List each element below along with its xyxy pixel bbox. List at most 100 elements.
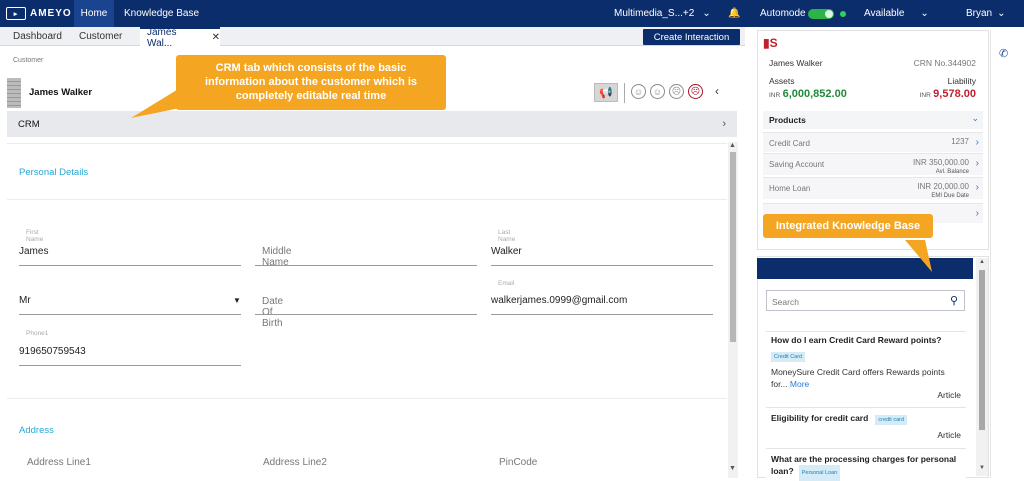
salutation-value[interactable]: Mr	[19, 295, 31, 306]
divider	[7, 398, 727, 399]
ameyo-logo: ▸ AMEYO	[6, 6, 72, 21]
bank-logo-icon: ▮S	[763, 36, 778, 50]
assets-currency: INR	[769, 92, 781, 99]
kb-callout: Integrated Knowledge Base	[763, 214, 933, 238]
divider	[7, 143, 727, 144]
article-tag: credit card	[875, 415, 908, 425]
create-interaction-button[interactable]: Create Interaction	[643, 29, 740, 45]
logo-mark-icon: ▸	[6, 7, 26, 20]
close-icon[interactable]: ✕	[212, 32, 220, 43]
chevron-right-icon: ›	[975, 158, 979, 169]
dob-input[interactable]: Date Of Birth	[262, 296, 283, 329]
kb-article-card[interactable]: How do I earn Credit Card Reward points?…	[766, 331, 966, 404]
kb-article-card[interactable]: Eligibility for credit card credit card …	[766, 407, 966, 444]
product-name: Home Loan	[769, 184, 811, 193]
summary-customer-name: James Walker	[769, 58, 823, 68]
kb-search-input[interactable]: Search ⚲	[766, 290, 965, 311]
scroll-up-icon[interactable]: ▲	[729, 142, 736, 149]
nav-knowledge-base[interactable]: Knowledge Base	[124, 0, 199, 27]
product-value: INR 20,000.00	[917, 182, 969, 191]
field-label: Last Name	[498, 229, 516, 243]
right-utility-strip	[990, 30, 1024, 478]
field-underline	[491, 265, 713, 266]
field-label: Email	[498, 280, 515, 287]
last-name-input[interactable]: Walker	[491, 246, 522, 257]
product-name: Credit Card	[769, 139, 810, 148]
status-selector[interactable]: Available ⌄	[864, 0, 929, 27]
chevron-left-icon[interactable]: ‹	[715, 84, 719, 98]
neutral-smiley-icon[interactable]: ☺	[650, 84, 665, 99]
address-line2-input[interactable]: Address Line2	[263, 457, 327, 468]
tab-customer[interactable]: Customer	[79, 27, 122, 46]
article-tag: Personal Loan	[798, 465, 841, 481]
product-subtext: EMI Due Date	[931, 193, 969, 199]
assets-value: 6,000,852.00	[782, 88, 847, 100]
brand-name: AMEYO	[30, 8, 72, 19]
products-header[interactable]: Products ⌄	[763, 111, 983, 129]
tab-strip: Dashboard Customer James Wal... ✕	[0, 27, 745, 49]
online-indicator-icon	[840, 10, 846, 17]
nav-home[interactable]: Home	[74, 0, 114, 27]
product-value: INR 350,000.00	[912, 158, 969, 167]
search-placeholder: Search	[772, 297, 799, 307]
crm-section-header[interactable]: CRM ›	[7, 111, 737, 137]
product-name: Saving Account	[769, 160, 825, 169]
angry-smiley-icon[interactable]: ☹	[688, 84, 703, 99]
chevron-down-icon: ⌄	[920, 8, 929, 19]
scroll-down-icon[interactable]: ▼	[729, 465, 736, 472]
chevron-down-icon: ⌄	[997, 8, 1006, 19]
notification-bell-icon[interactable]: 🔔	[728, 0, 740, 27]
user-name: Bryan	[966, 8, 993, 19]
product-row-home-loan[interactable]: Home Loan INR 20,000.00 EMI Due Date ›	[763, 177, 983, 199]
tab-dashboard[interactable]: Dashboard	[13, 27, 62, 46]
happy-smiley-icon[interactable]: ☺	[631, 84, 646, 99]
liability-currency: INR	[919, 92, 931, 99]
customer-avatar-strip	[7, 78, 21, 108]
megaphone-icon[interactable]: 📢	[594, 83, 618, 102]
scrollbar-thumb[interactable]	[979, 270, 985, 430]
phone-icon[interactable]: ✆	[999, 47, 1008, 60]
product-row-credit-card[interactable]: Credit Card 1237 ›	[763, 132, 983, 152]
toggle-switch[interactable]	[808, 8, 834, 19]
status-dot	[840, 0, 846, 27]
first-name-input[interactable]: James	[19, 246, 48, 257]
campaign-selector[interactable]: Multimedia_S...+2 ⌄	[614, 0, 711, 27]
crn-number: CRN No.344902	[913, 58, 976, 68]
chevron-down-icon: ⌄	[702, 8, 711, 19]
product-value-block: INR 20,000.00 EMI Due Date	[917, 183, 969, 200]
product-subtext: Avl. Balance	[935, 169, 969, 175]
status-label: Available	[864, 8, 905, 19]
dropdown-arrow-icon[interactable]: ▼	[233, 296, 241, 305]
scroll-up-icon[interactable]: ▲	[979, 259, 985, 265]
article-title[interactable]: How do I earn Credit Card Reward points?	[771, 335, 961, 345]
assets-amount: INR 6,000,852.00	[769, 88, 847, 100]
chevron-right-icon: ›	[722, 118, 726, 130]
campaign-label: Multimedia_S...+2	[614, 8, 695, 19]
chevron-right-icon: ›	[975, 208, 979, 219]
more-link[interactable]: More	[790, 379, 809, 389]
automode-toggle[interactable]	[808, 0, 834, 27]
field-underline	[255, 314, 477, 315]
search-icon[interactable]: ⚲	[950, 294, 958, 307]
user-menu[interactable]: Bryan ⌄	[966, 0, 1006, 27]
email-input[interactable]: walkerjames.0999@gmail.com	[491, 295, 627, 306]
product-row-saving-account[interactable]: Saving Account INR 350,000.00 Avl. Balanc…	[763, 153, 983, 175]
pincode-input[interactable]: PinCode	[499, 457, 537, 468]
scroll-down-icon[interactable]: ▼	[979, 465, 985, 471]
customer-name: James Walker	[29, 87, 93, 98]
address-line1-input[interactable]: Address Line1	[27, 457, 91, 468]
sad-smiley-icon[interactable]: ☹	[669, 84, 684, 99]
article-title[interactable]: Eligibility for credit card	[771, 413, 868, 423]
liability-value: 9,578.00	[933, 88, 976, 100]
form-scrollbar[interactable]: ▲ ▼	[728, 142, 738, 478]
article-type: Article	[937, 390, 961, 400]
chevron-right-icon: ›	[975, 137, 979, 148]
tab-james-walker[interactable]: James Wal... ✕	[140, 27, 220, 49]
scrollbar-thumb[interactable]	[730, 152, 736, 342]
field-underline	[491, 314, 713, 315]
kb-scrollbar[interactable]: ▲ ▼	[976, 258, 988, 476]
phone-input[interactable]: 919650759543	[19, 346, 86, 357]
breadcrumb: Customer	[13, 57, 44, 64]
liability-amount: INR 9,578.00	[880, 88, 976, 100]
kb-article-card[interactable]: What are the processing charges for pers…	[766, 448, 966, 481]
